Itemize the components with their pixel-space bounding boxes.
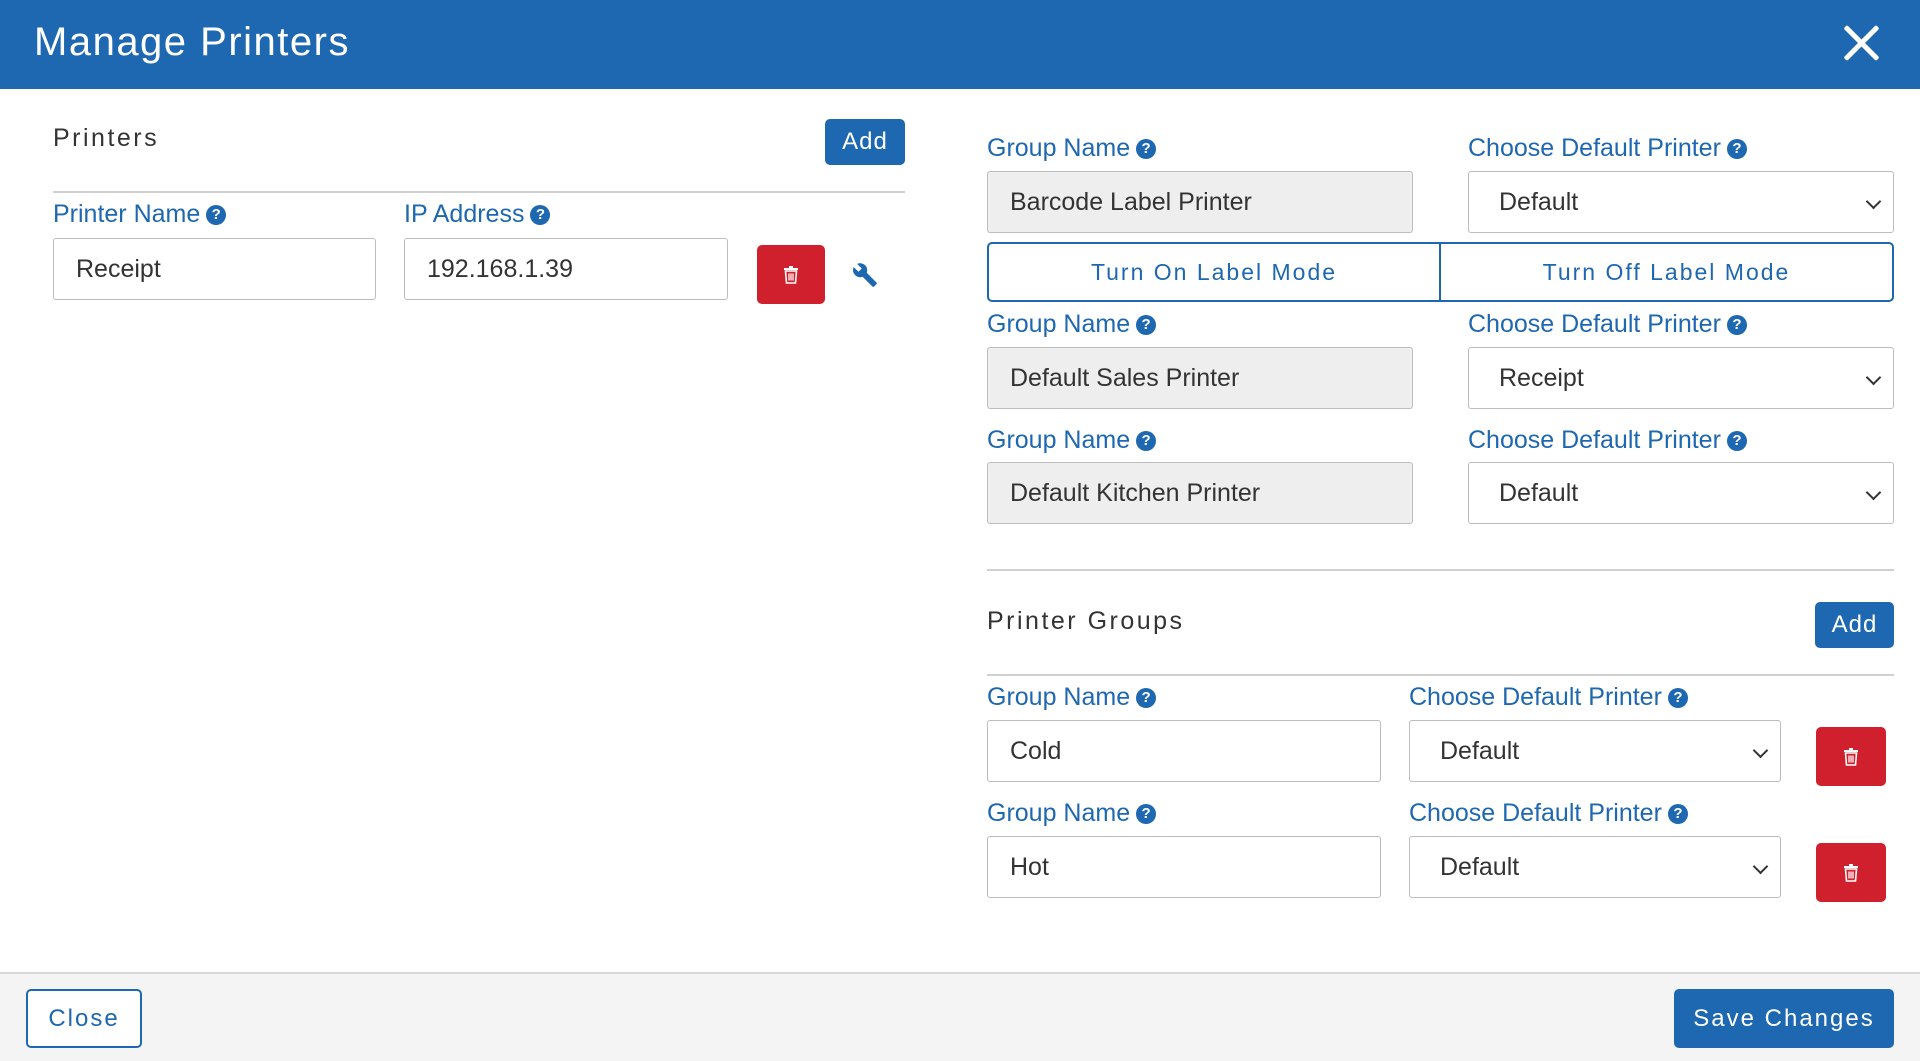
modal-footer: Close Save Changes <box>0 972 1920 1061</box>
turn-on-label-mode-button[interactable]: Turn On Label Mode <box>987 242 1441 302</box>
group-name-label: Group Name ? <box>987 683 1157 712</box>
group-name-readonly-field: Default Kitchen Printer <box>987 462 1413 524</box>
turn-off-label-mode-button[interactable]: Turn Off Label Mode <box>1439 242 1894 302</box>
group-name-label: Group Name ? <box>987 799 1157 828</box>
group-name-label-text: Group Name <box>987 683 1131 711</box>
default-printer-label: Choose Default Printer ? <box>1468 134 1747 163</box>
default-printer-select-value: Default <box>1440 736 1520 765</box>
default-printer-label-text: Choose Default Printer <box>1409 683 1662 711</box>
default-printer-label-text: Choose Default Printer <box>1468 134 1721 162</box>
help-icon[interactable]: ? <box>206 204 227 225</box>
chevron-down-icon <box>1865 193 1882 210</box>
help-icon[interactable]: ? <box>1136 803 1157 824</box>
default-printer-label-text: Choose Default Printer <box>1409 799 1662 827</box>
close-icon[interactable] <box>1836 18 1886 68</box>
chevron-down-icon <box>1752 742 1769 759</box>
ip-address-input[interactable]: 192.168.1.39 <box>404 238 728 300</box>
ip-address-label-text: IP Address <box>404 200 525 228</box>
group-name-readonly-field: Default Sales Printer <box>987 347 1413 409</box>
printers-divider <box>53 191 905 193</box>
help-icon[interactable]: ? <box>1136 314 1157 335</box>
trash-icon <box>784 265 798 284</box>
modal-title: Manage Printers <box>34 20 350 64</box>
ip-address-label: IP Address ? <box>404 200 551 229</box>
help-icon[interactable]: ? <box>1136 687 1157 708</box>
delete-printer-button[interactable] <box>757 245 825 304</box>
help-icon[interactable]: ? <box>1667 687 1688 708</box>
group-name-input[interactable]: Cold <box>987 720 1381 782</box>
default-printer-select[interactable]: Default <box>1468 171 1894 233</box>
default-printer-select-value: Default <box>1440 852 1520 881</box>
printers-section-title: Printers <box>53 124 160 152</box>
wrench-icon[interactable] <box>852 262 878 288</box>
default-printer-select-value: Default <box>1499 478 1579 507</box>
group-name-label-text: Group Name <box>987 799 1131 827</box>
default-printer-select[interactable]: Default <box>1409 720 1781 782</box>
default-printer-select-value: Default <box>1499 187 1579 216</box>
default-printer-select[interactable]: Receipt <box>1468 347 1894 409</box>
trash-icon <box>1844 863 1858 882</box>
help-icon[interactable]: ? <box>1726 430 1747 451</box>
section-divider <box>987 569 1894 571</box>
chevron-down-icon <box>1865 369 1882 386</box>
group-name-label: Group Name ? <box>987 310 1157 339</box>
group-name-input[interactable]: Hot <box>987 836 1381 898</box>
default-printer-select-value: Receipt <box>1499 363 1584 392</box>
chevron-down-icon <box>1752 858 1769 875</box>
chevron-down-icon <box>1865 484 1882 501</box>
default-printer-label: Choose Default Printer ? <box>1468 310 1747 339</box>
trash-icon <box>1844 747 1858 766</box>
printer-name-input[interactable]: Receipt <box>53 238 376 300</box>
group-name-label-text: Group Name <box>987 310 1131 338</box>
group-name-label-text: Group Name <box>987 134 1131 162</box>
group-name-readonly-field: Barcode Label Printer <box>987 171 1413 233</box>
help-icon[interactable]: ? <box>1136 138 1157 159</box>
printer-groups-divider <box>987 674 1894 676</box>
default-printer-label: Choose Default Printer ? <box>1409 799 1688 828</box>
default-printer-label-text: Choose Default Printer <box>1468 426 1721 454</box>
default-printer-label-text: Choose Default Printer <box>1468 310 1721 338</box>
modal-header: Manage Printers <box>0 0 1920 89</box>
add-printer-button[interactable]: Add <box>825 119 905 165</box>
default-printer-label: Choose Default Printer ? <box>1409 683 1688 712</box>
default-printer-label: Choose Default Printer ? <box>1468 426 1747 455</box>
help-icon[interactable]: ? <box>1726 314 1747 335</box>
help-icon[interactable]: ? <box>1667 803 1688 824</box>
printer-name-label-text: Printer Name <box>53 200 201 228</box>
help-icon[interactable]: ? <box>1726 138 1747 159</box>
add-printer-group-button[interactable]: Add <box>1815 602 1894 648</box>
default-printer-select[interactable]: Default <box>1409 836 1781 898</box>
printer-groups-section-title: Printer Groups <box>987 607 1185 635</box>
printer-name-label: Printer Name ? <box>53 200 227 229</box>
help-icon[interactable]: ? <box>530 204 551 225</box>
save-changes-button[interactable]: Save Changes <box>1674 989 1894 1048</box>
default-printer-select[interactable]: Default <box>1468 462 1894 524</box>
help-icon[interactable]: ? <box>1136 430 1157 451</box>
delete-group-button[interactable] <box>1816 843 1886 902</box>
group-name-label-text: Group Name <box>987 426 1131 454</box>
delete-group-button[interactable] <box>1816 727 1886 786</box>
group-name-label: Group Name ? <box>987 134 1157 163</box>
group-name-label: Group Name ? <box>987 426 1157 455</box>
close-button[interactable]: Close <box>26 989 142 1048</box>
